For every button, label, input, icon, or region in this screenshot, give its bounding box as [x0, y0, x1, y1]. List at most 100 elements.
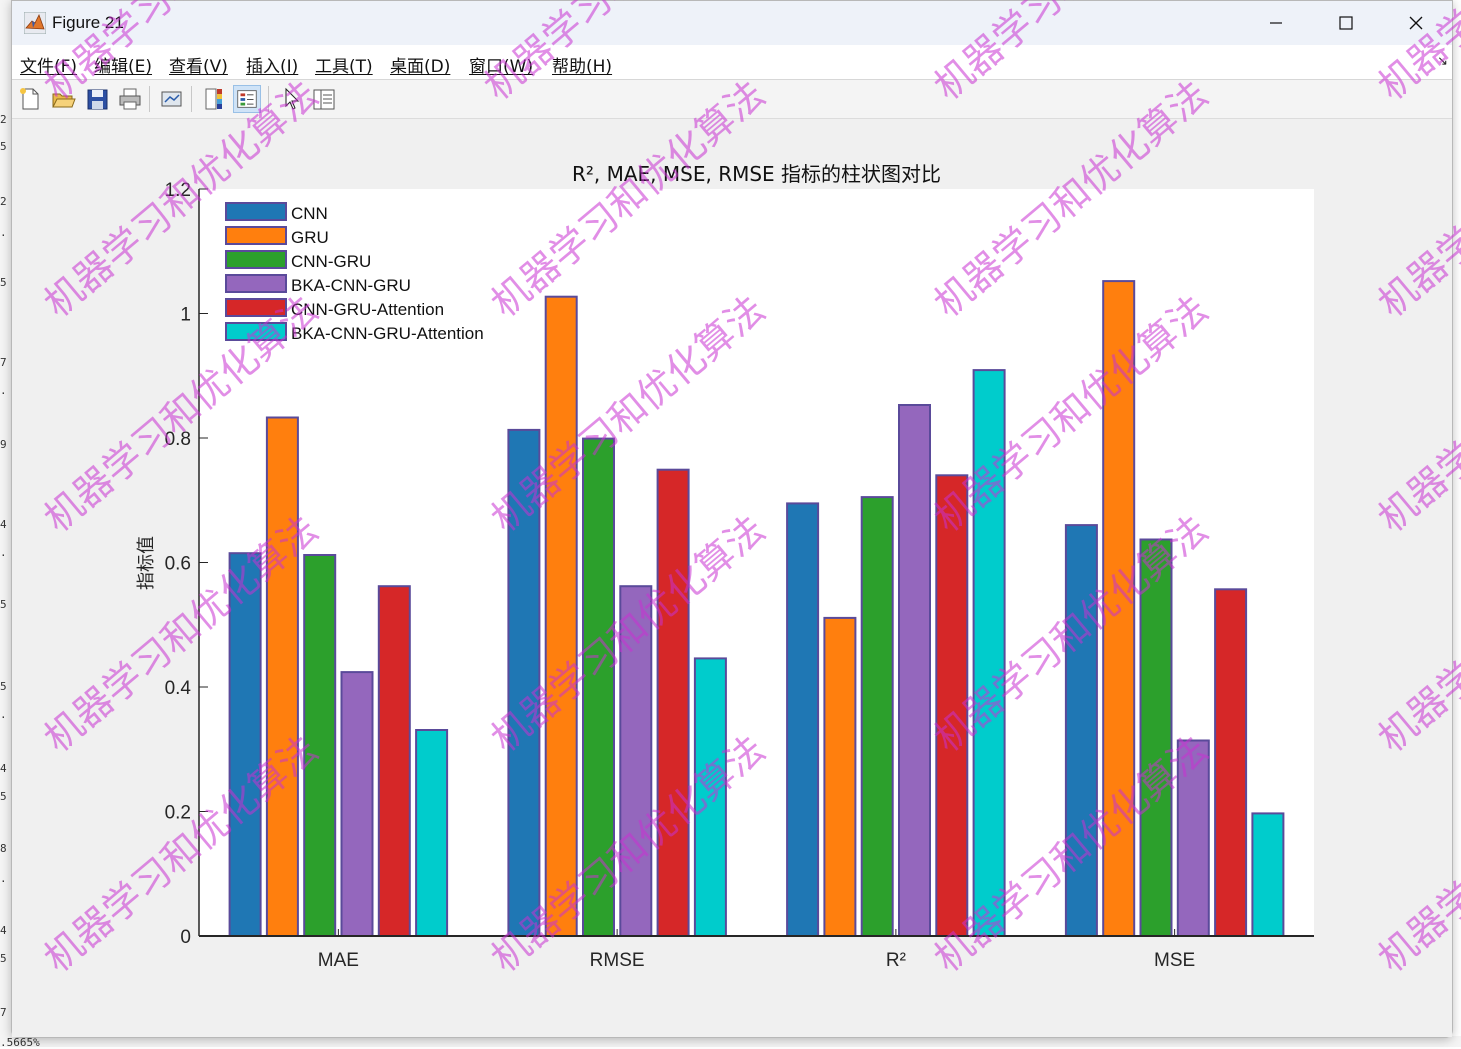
bar-cnn-gru-mae: [303, 554, 337, 937]
legend-label-bka-cnn-gru-attention: BKA-CNN-GRU-Attention: [291, 324, 484, 343]
menu-file[interactable]: 文件(F): [20, 52, 77, 77]
x-tick-label: MSE: [1154, 950, 1195, 971]
minimize-button[interactable]: [1242, 1, 1310, 45]
bar-cnn-gru-attention-r²: [935, 474, 969, 937]
legend-label-bka-cnn-gru: BKA-CNN-GRU: [291, 276, 411, 295]
new-figure-icon[interactable]: [16, 85, 44, 113]
menu-bar: 文件(F) 编辑(E) 查看(V) 插入(I) 工具(T) 桌面(D) 窗口(W…: [12, 45, 1452, 80]
legend-swatch-gru: [225, 226, 287, 245]
y-tick-label: 0.4: [165, 678, 192, 699]
legend-label-cnn-gru: CNN-GRU: [291, 252, 371, 271]
background-console-fragment: 4: [0, 518, 7, 531]
edit-plot-pointer-icon[interactable]: [277, 85, 305, 113]
x-tick-label: MAE: [318, 950, 359, 971]
dock-arrow-icon[interactable]: ↘: [1437, 53, 1448, 69]
bar-bka-cnn-gru-mae: [340, 671, 374, 937]
legend-swatch-bka-cnn-gru-attention: [225, 322, 287, 341]
y-tick-label: 1.2: [165, 180, 191, 201]
insert-colorbar-icon[interactable]: [200, 85, 228, 113]
menu-tools[interactable]: 工具(T): [315, 52, 373, 77]
bar-cnn-mse: [1064, 524, 1098, 937]
bar-cnn-gru-r²: [860, 496, 894, 937]
chart-title: R², MAE, MSE, RMSE 指标的柱状图对比: [572, 162, 941, 186]
menu-window[interactable]: 窗口(W): [469, 52, 533, 77]
background-console-fragment: 5: [0, 276, 7, 289]
y-tick-label: 1: [180, 305, 191, 326]
matlab-logo-icon: [24, 12, 46, 34]
background-console-fragment: 2: [0, 113, 7, 126]
bar-cnn-gru-attention-mae: [377, 585, 411, 937]
bar-cnn-rmse: [507, 428, 541, 937]
legend-swatch-cnn: [225, 202, 287, 221]
bar-bka-cnn-gru-mse: [1176, 739, 1210, 937]
legend-label-gru: GRU: [291, 228, 329, 247]
toolbar-separator: [149, 86, 150, 112]
bar-cnn-gru-attention-rmse: [656, 468, 690, 937]
legend-swatch-cnn-gru: [225, 250, 287, 269]
y-tick-label: 0: [180, 927, 191, 948]
legend-swatch-bka-cnn-gru: [225, 274, 287, 293]
menu-insert[interactable]: 插入(I): [246, 52, 298, 77]
save-icon[interactable]: [83, 85, 111, 113]
close-icon: [1409, 16, 1423, 30]
background-console-fragment: 9: [0, 438, 7, 451]
background-console-fragment: 4: [0, 762, 7, 775]
close-button[interactable]: [1382, 1, 1450, 45]
background-console-fragment: 8: [0, 842, 7, 855]
bar-bka-cnn-gru-r²: [898, 404, 931, 937]
background-console-fragment: 5: [0, 140, 7, 153]
link-plot-icon[interactable]: [158, 85, 186, 113]
legend-label-cnn-gru-attention: CNN-GRU-Attention: [291, 300, 444, 319]
background-console-fragment: 2: [0, 195, 7, 208]
background-console-fragment: .: [0, 872, 7, 885]
background-console-fragment: 5: [0, 952, 7, 965]
figure-canvas[interactable]: MAE RMSE R² MSE 0 0.2 0.4 0.6 0.8 1 1.2 R², MAE, MS…: [12, 119, 1452, 1037]
toolbar-separator: [268, 86, 269, 112]
bar-cnn-gru-rmse: [582, 437, 615, 937]
bar-cnn-r²: [786, 502, 820, 937]
background-console-fragment: 4: [0, 924, 7, 937]
y-axis-label: 指标值: [136, 536, 157, 590]
legend-swatch-cnn-gru-attention: [225, 298, 287, 317]
bar-gru-r²: [823, 616, 857, 937]
maximize-button[interactable]: [1312, 1, 1380, 45]
toolbar-separator: [191, 86, 192, 112]
x-tick-label: R²: [886, 950, 906, 971]
background-console-fragment: 5: [0, 680, 7, 693]
figure-toolbar: [12, 80, 1452, 119]
print-icon[interactable]: [116, 85, 144, 113]
insert-legend-icon[interactable]: [233, 85, 261, 113]
bar-cnn-gru-attention-mse: [1214, 588, 1248, 937]
title-bar[interactable]: Figure 21: [12, 1, 1452, 45]
menu-desktop[interactable]: 桌面(D): [390, 52, 450, 77]
maximize-icon: [1339, 16, 1353, 30]
y-tick-label: 0.6: [165, 554, 191, 575]
background-console-fragment: .: [0, 226, 7, 239]
bar-gru-rmse: [544, 295, 578, 937]
y-tick-label: 0.2: [165, 803, 191, 824]
bar-cnn-gru-mse: [1139, 538, 1173, 937]
bar-bka-cnn-gru-attention-mae: [415, 729, 449, 937]
open-file-icon[interactable]: [49, 85, 77, 113]
menu-edit[interactable]: 编辑(E): [94, 52, 152, 77]
menu-view[interactable]: 查看(V): [169, 52, 228, 77]
minimize-icon: [1270, 22, 1282, 24]
bar-cnn-mae: [228, 552, 262, 937]
menu-help[interactable]: 帮助(H): [552, 52, 612, 77]
window-title: Figure 21: [52, 13, 124, 32]
background-console-fragment: 7: [0, 356, 7, 369]
figure-window: Figure 21 文件(F) 编辑(E) 查看(V) 插入(I) 工具(T) …: [11, 0, 1453, 1038]
property-inspector-icon[interactable]: [310, 85, 338, 113]
background-console-fragment: .: [0, 546, 7, 559]
bar-bka-cnn-gru-attention-mse: [1251, 812, 1285, 938]
x-tick-label: RMSE: [590, 950, 645, 971]
bar-bka-cnn-gru-attention-r²: [972, 369, 1006, 938]
y-tick-label: 0.8: [165, 429, 191, 450]
background-console-fragment: 5: [0, 790, 7, 803]
background-console-fragment: 7: [0, 1006, 7, 1019]
bar-gru-mae: [265, 416, 299, 937]
legend-label-cnn: CNN: [291, 204, 328, 223]
background-console-fragment: .: [0, 708, 7, 721]
bar-gru-mse: [1102, 280, 1136, 938]
bar-chart: MAE RMSE R² MSE 0 0.2 0.4 0.6 0.8 1 1.2 R², MAE, MS…: [136, 162, 1314, 971]
